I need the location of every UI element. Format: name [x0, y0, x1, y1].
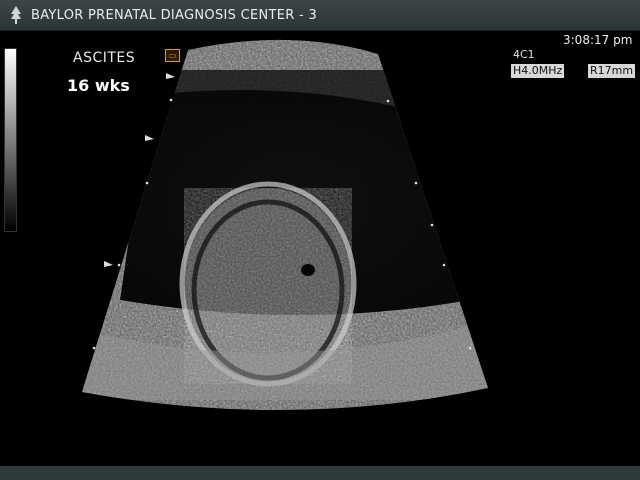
probe-label: 4C1 [513, 48, 535, 61]
cine-badge-icon: ▭ [165, 49, 180, 62]
range-readout: R17mm [588, 64, 636, 78]
annotation-label: ASCITES [73, 50, 136, 66]
frequency-readout: H4.0MHz [511, 64, 565, 78]
footer-bar [0, 466, 640, 480]
gestational-age-label: 16 wks [67, 76, 130, 95]
clock-time: 3:08:17 pm [563, 33, 633, 47]
